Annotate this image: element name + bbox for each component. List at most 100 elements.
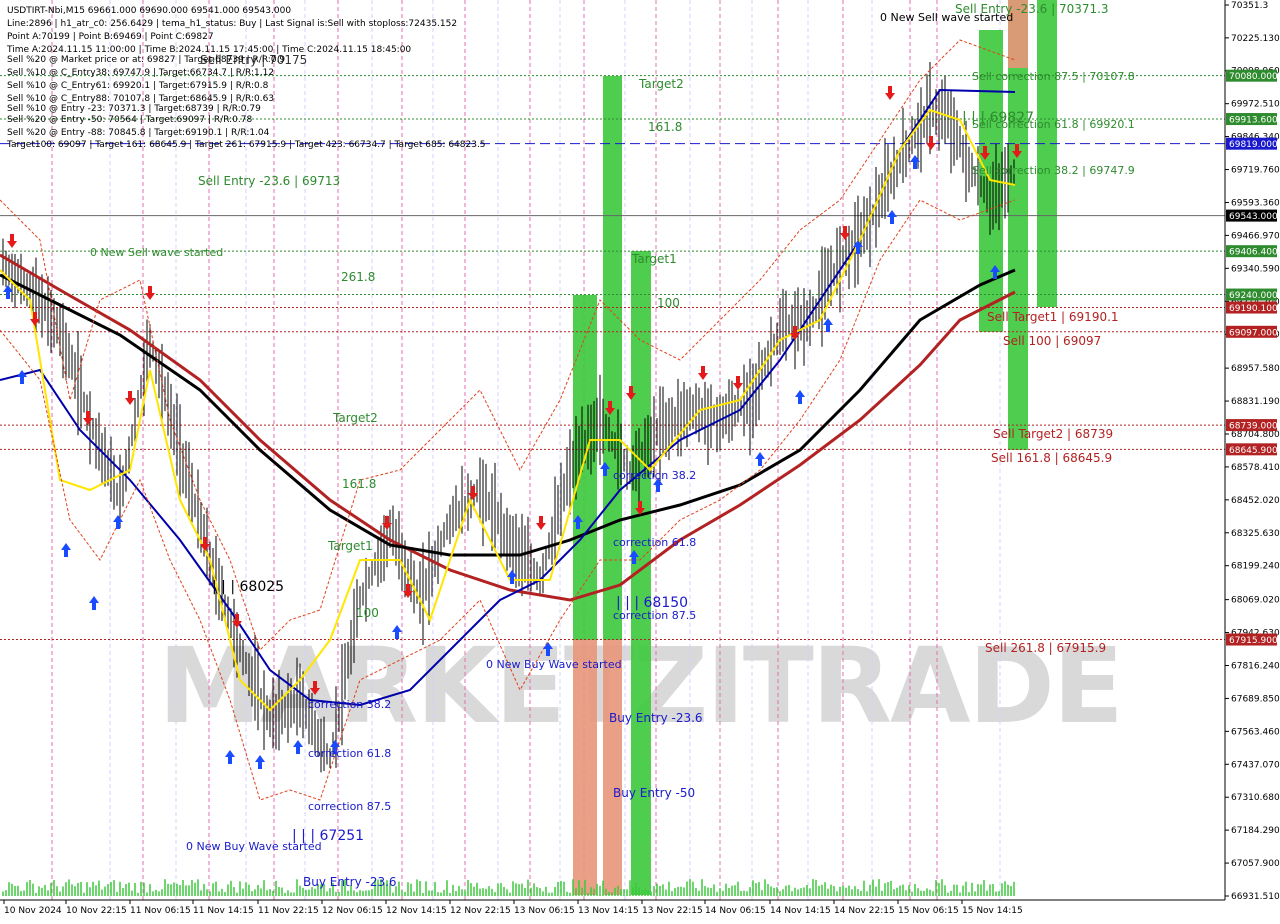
price-badge-label: 69819.000 — [1229, 140, 1278, 150]
x-tick-label: 10 Nov 2024 — [4, 906, 62, 916]
ann-161-left: 161.8 — [342, 477, 376, 491]
y-tick-label: 67057.900 — [1231, 859, 1280, 869]
zone-band — [573, 640, 597, 895]
y-tick-label: 67310.680 — [1231, 793, 1280, 803]
zone-band — [603, 76, 622, 640]
ann-target1-left: Target1 — [327, 539, 373, 553]
x-tick-label: 15 Nov 14:15 — [962, 906, 1023, 916]
ann-67251: | | | 67251 — [292, 828, 364, 844]
x-tick-label: 12 Nov 22:15 — [450, 906, 511, 916]
chart-root: MARKETZITRADE Sell Entry -23.6 | 70371.3… — [0, 0, 1280, 920]
ann-buy-entry-mid: Buy Entry -23.6 — [609, 711, 703, 725]
y-tick-label: 70351.3 — [1231, 1, 1268, 11]
ann-sell-261: Sell 261.8 | 67915.9 — [985, 641, 1106, 655]
y-tick-label: 67184.290 — [1231, 826, 1280, 836]
x-tick-label: 15 Nov 06:15 — [898, 906, 959, 916]
ann-sell-entry-left: Sell Entry -23.6 | 69713 — [198, 174, 340, 188]
info-line-7: Sell %10 @ C_Entry88: 70107.8 | Target:6… — [7, 94, 274, 104]
info-line-6: Sell %10 @ C_Entry61: 69920.1 | Target:6… — [7, 81, 269, 91]
info-line-0: USDTIRT-Nbi,M15 69661.000 69690.000 6954… — [7, 6, 291, 16]
price-badge-label: 70080.000 — [1229, 72, 1278, 82]
ann-100-left: 100 — [356, 606, 379, 620]
ann-sell-corr-87: Sell correction 87.5 | 70107.8 — [972, 70, 1135, 83]
price-badge-label: 67915.900 — [1229, 636, 1278, 646]
y-tick-label: 69593.360 — [1231, 198, 1280, 208]
info-line-10: Sell %20 @ Entry -88: 70845.8 | Target:6… — [7, 128, 270, 138]
ann-target2-left: Target2 — [332, 411, 378, 425]
info-line-9: Sell %20 @ Entry -50: 70564 | Target:690… — [7, 115, 252, 125]
x-tick-label: 10 Nov 22:15 — [66, 906, 127, 916]
price-badge-label: 68645.900 — [1229, 446, 1278, 456]
x-tick-label: 11 Nov 14:15 — [193, 906, 254, 916]
x-tick-label: 11 Nov 22:15 — [258, 906, 319, 916]
y-tick-label: 69719.760 — [1231, 166, 1280, 176]
price-badge-label: 68739.000 — [1229, 422, 1278, 432]
y-tick-label: 66931.510 — [1231, 892, 1280, 902]
price-badge-label: 69406.400 — [1229, 248, 1278, 258]
ann-sell-target1: Sell Target1 | 69190.1 — [987, 310, 1119, 324]
ann-sell-corr-61: Sell correction 61.8 | 69920.1 — [972, 118, 1135, 131]
ann-corr-38-mid: correction 38.2 — [613, 469, 696, 482]
ann-sell-corr-38: Sell correction 38.2 | 69747.9 — [972, 164, 1135, 177]
zone-band — [573, 295, 597, 640]
x-tick-label: 12 Nov 14:15 — [386, 906, 447, 916]
x-tick-label: 14 Nov 14:15 — [770, 906, 831, 916]
ann-buy-entry-50: Buy Entry -50 — [613, 786, 695, 800]
info-line-3: Time A:2024.11.15 11:00:00 | Time B:2024… — [6, 45, 411, 55]
x-tick-label: 14 Nov 22:15 — [834, 906, 895, 916]
info-line-5: Sell %10 @ C_Entry38: 69747.9 | Target:6… — [7, 68, 274, 78]
info-line-11: Target100: 69097 | Target 161: 68645.9 |… — [6, 140, 486, 150]
x-tick-label: 12 Nov 06:15 — [322, 906, 383, 916]
ann-new-buy-wave-mid: 0 New Buy Wave started — [486, 658, 622, 671]
y-tick-label: 70225.130 — [1231, 34, 1280, 44]
price-badge-label: 69097.000 — [1229, 328, 1278, 338]
price-badge-label: 69913.600 — [1229, 116, 1278, 126]
ann-261-left: 261.8 — [341, 270, 375, 284]
ann-corr-38-left: correction 38.2 — [308, 698, 391, 711]
y-tick-label: 69340.590 — [1231, 264, 1280, 274]
info-line-1: Line:2896 | h1_atr_c0: 256.6429 | tema_h… — [7, 19, 457, 29]
ann-sell-100: Sell 100 | 69097 — [1003, 334, 1101, 348]
x-tick-label: 11 Nov 06:15 — [130, 906, 191, 916]
y-tick-label: 67437.070 — [1231, 760, 1280, 770]
ann-100-mid: 100 — [657, 296, 680, 310]
ann-new-sell-wave-top: 0 New Sell wave started — [880, 11, 1013, 24]
ann-corr-87-mid: correction 87.5 — [613, 609, 696, 622]
price-badge-label: 69240.000 — [1229, 291, 1278, 301]
ann-buy-entry-left: Buy Entry -23.6 — [303, 875, 397, 889]
ann-target1-mid: Target1 — [631, 252, 677, 266]
y-tick-label: 67689.850 — [1231, 694, 1280, 704]
y-tick-label: 69972.510 — [1231, 100, 1280, 110]
info-line-4: Sell %20 @ Market price or at: 69827 | T… — [7, 55, 285, 65]
price-chart: MARKETZITRADE Sell Entry -23.6 | 70371.3… — [0, 0, 1280, 920]
x-tick-label: 14 Nov 06:15 — [705, 906, 766, 916]
ann-target2-mid: Target2 — [638, 77, 684, 91]
ann-161-mid: 161.8 — [648, 120, 682, 134]
ann-corr-87-left: correction 87.5 — [308, 800, 391, 813]
y-tick-label: 69466.970 — [1231, 231, 1280, 241]
y-tick-label: 68957.580 — [1231, 364, 1280, 374]
y-tick-label: 68452.020 — [1231, 496, 1280, 506]
y-tick-label: 68199.240 — [1231, 562, 1280, 572]
info-line-2: Point A:70199 | Point B:69469 | Point C:… — [7, 32, 214, 42]
ann-sell-161: Sell 161.8 | 68645.9 — [991, 451, 1112, 465]
y-tick-label: 67563.460 — [1231, 727, 1280, 737]
ann-68025: | | | 68025 — [212, 579, 284, 595]
y-tick-label: 68831.190 — [1231, 397, 1280, 407]
x-tick-label: 13 Nov 14:15 — [578, 906, 639, 916]
price-badge-label: 69190.100 — [1229, 304, 1278, 314]
ann-corr-61-mid: correction 61.8 — [613, 536, 696, 549]
info-line-8: Sell %10 @ Entry -23: 70371.3 | Target:6… — [7, 104, 261, 114]
y-tick-label: 68578.410 — [1231, 463, 1280, 473]
zone-band — [1037, 0, 1057, 307]
x-tick-label: 13 Nov 22:15 — [642, 906, 703, 916]
ann-corr-61-left: correction 61.8 — [308, 747, 391, 760]
y-tick-label: 68325.630 — [1231, 529, 1280, 539]
y-tick-label: 67816.240 — [1231, 661, 1280, 671]
ann-sell-target2: Sell Target2 | 68739 — [993, 427, 1113, 441]
x-tick-label: 13 Nov 06:15 — [514, 906, 575, 916]
ann-new-sell-wave-left: 0 New Sell wave started — [90, 246, 223, 259]
zone-band — [603, 640, 622, 895]
price-badge-label: 69543.000 — [1229, 212, 1278, 222]
y-tick-label: 68069.020 — [1231, 596, 1280, 606]
